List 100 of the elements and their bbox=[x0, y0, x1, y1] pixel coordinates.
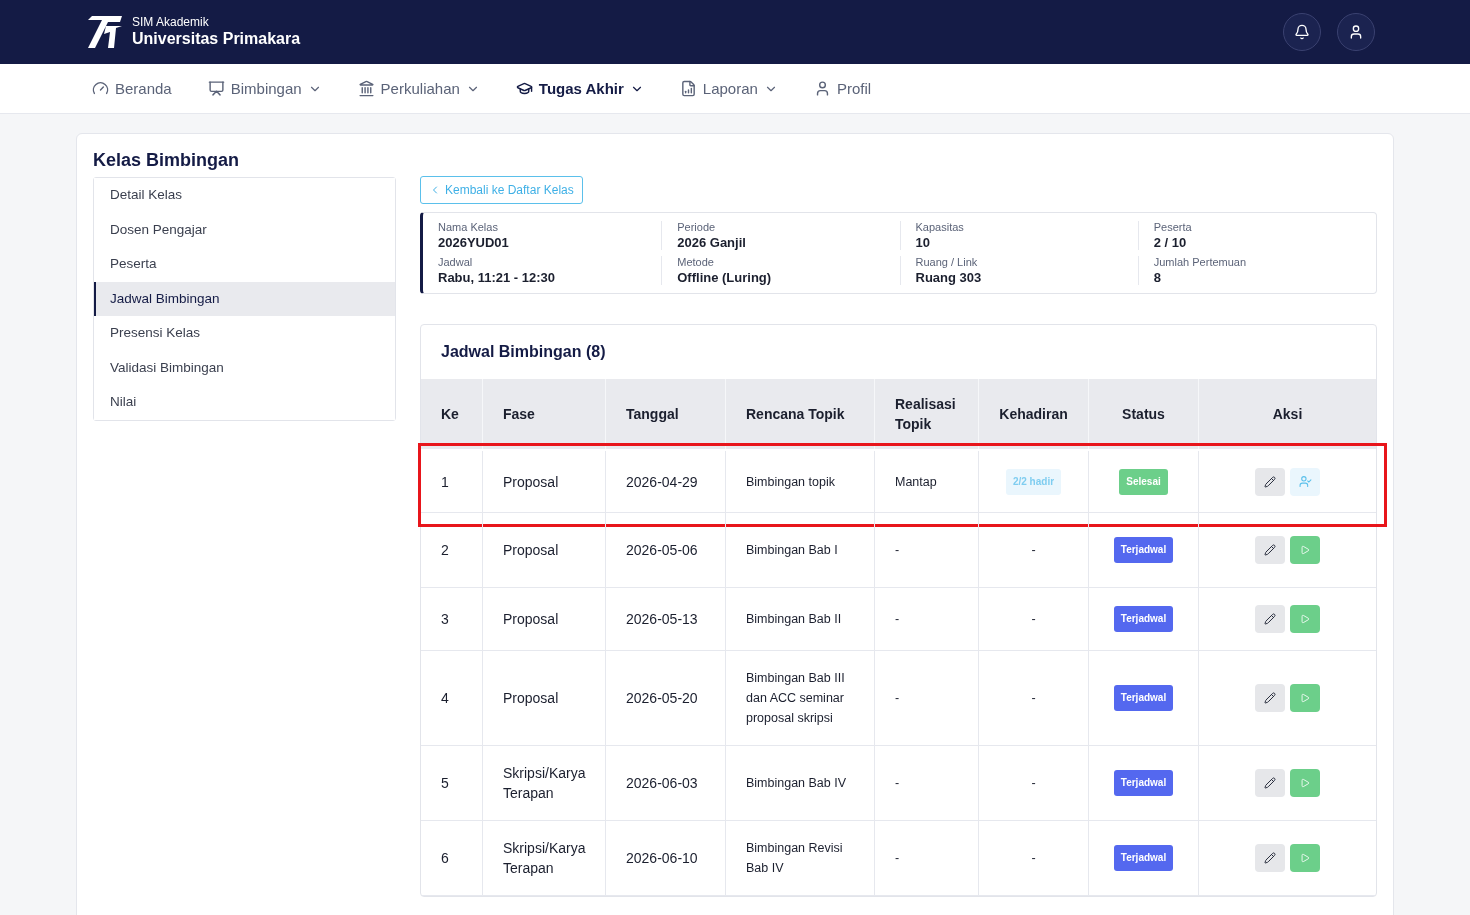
table-cell-text: Bimbingan Bab IV bbox=[746, 775, 847, 792]
pencil-icon bbox=[1264, 692, 1276, 704]
info-label: Nama Kelas bbox=[438, 221, 499, 233]
table-cell-text: - bbox=[895, 775, 900, 792]
table-cell-text: 2026-04-29 bbox=[626, 472, 698, 492]
pencil-icon bbox=[1264, 852, 1276, 864]
status-badge: Selesai bbox=[1119, 468, 1168, 495]
info-label: Kapasitas bbox=[915, 221, 965, 233]
column-header: Status bbox=[1122, 405, 1165, 424]
start-button[interactable] bbox=[1290, 844, 1320, 872]
table-cell-text: 2026-05-20 bbox=[626, 689, 698, 708]
attendance-badge: 2/2 hadir bbox=[1005, 468, 1062, 495]
nav-item[interactable]: Bimbingan bbox=[207, 80, 322, 97]
app-title: Universitas Primakara bbox=[132, 29, 301, 49]
column-header: Ke bbox=[441, 405, 459, 424]
column-header: Fase bbox=[503, 405, 535, 424]
table-cell-text: - bbox=[1031, 611, 1036, 628]
table-cell-text: Skripsi/Karya Terapan bbox=[503, 764, 586, 803]
start-button[interactable] bbox=[1290, 536, 1320, 564]
table-cell-text: 5 bbox=[441, 774, 449, 793]
status-badge: Terjadwal bbox=[1113, 770, 1174, 796]
start-button[interactable] bbox=[1290, 769, 1320, 797]
table-cell-text: 2026-06-03 bbox=[626, 774, 698, 793]
info-label: Periode bbox=[677, 221, 717, 233]
table-cell-text: - bbox=[895, 611, 900, 628]
column-header: Tanggal bbox=[626, 405, 679, 424]
play-icon bbox=[1300, 545, 1310, 555]
table-cell-text: - bbox=[1031, 690, 1036, 707]
start-button[interactable] bbox=[1290, 684, 1320, 712]
info-value: 2 / 10 bbox=[1153, 235, 1188, 250]
table-cell-text: 6 bbox=[441, 849, 449, 868]
sidebar-item[interactable]: Jadwal Bimbingan bbox=[94, 281, 395, 316]
table-cell-text: 2026-06-10 bbox=[626, 849, 698, 868]
start-button[interactable] bbox=[1290, 605, 1320, 633]
table-cell-text: - bbox=[895, 690, 900, 707]
edit-button[interactable] bbox=[1255, 769, 1285, 797]
status-badge: Terjadwal bbox=[1113, 685, 1174, 711]
info-value: Rabu, 11:21 - 12:30 bbox=[438, 270, 557, 285]
table-cell-text: - bbox=[1031, 850, 1036, 867]
status-badge: Terjadwal bbox=[1113, 845, 1174, 871]
table-cell-text: 2 bbox=[441, 541, 449, 560]
nav-item[interactable]: Tugas Akhir bbox=[515, 80, 644, 97]
nav-item[interactable]: Perkuliahan bbox=[357, 80, 480, 97]
column-header: Aksi bbox=[1272, 405, 1303, 424]
page-title: Kelas Bimbingan bbox=[93, 150, 241, 171]
nav-item[interactable]: Laporan bbox=[679, 80, 778, 97]
edit-button[interactable] bbox=[1255, 844, 1285, 872]
play-icon bbox=[1300, 778, 1310, 788]
table-cell-text: - bbox=[895, 850, 900, 867]
info-value: 8 bbox=[1153, 270, 1162, 285]
table-cell-text: Mantap bbox=[895, 473, 937, 491]
gauge-icon bbox=[92, 80, 109, 97]
column-header: Rencana Topik bbox=[746, 405, 845, 424]
info-label: Ruang / Link bbox=[915, 256, 979, 268]
report-icon bbox=[679, 80, 697, 97]
table-cell-text: 4 bbox=[441, 689, 449, 708]
table-cell-text: Proposal bbox=[503, 541, 559, 560]
table-cell-text: Proposal bbox=[503, 689, 559, 708]
edit-button[interactable] bbox=[1255, 605, 1285, 633]
table-cell-text: 2026-05-13 bbox=[626, 610, 698, 629]
table-cell-text: Bimbingan Bab II bbox=[746, 611, 842, 628]
table-cell-text: Bimbingan Revisi Bab IV bbox=[746, 840, 844, 877]
info-label: Jadwal bbox=[438, 256, 474, 268]
edit-button[interactable] bbox=[1255, 467, 1285, 496]
info-value: Ruang 303 bbox=[915, 270, 983, 285]
table-cell-text: 2026-05-06 bbox=[626, 541, 698, 560]
table-cell-text: - bbox=[1031, 775, 1036, 792]
info-label: Metode bbox=[677, 256, 715, 268]
table-cell-text: - bbox=[895, 542, 900, 559]
play-icon bbox=[1300, 693, 1310, 703]
status-badge: Terjadwal bbox=[1113, 606, 1174, 632]
table-cell-text: Proposal bbox=[503, 610, 559, 629]
info-label: Jumlah Pertemuan bbox=[1153, 256, 1248, 268]
pencil-icon bbox=[1264, 475, 1276, 488]
info-value: Offline (Luring) bbox=[677, 270, 773, 285]
nav-item[interactable]: Beranda bbox=[92, 80, 172, 97]
table-cell-text: Skripsi/Karya Terapan bbox=[503, 839, 586, 878]
table-cell-text: Bimbingan topik bbox=[746, 473, 835, 491]
edit-button[interactable] bbox=[1255, 684, 1285, 712]
info-value: 10 bbox=[915, 235, 931, 250]
info-value: 2026YUD01 bbox=[438, 235, 510, 250]
table-cell-text: Proposal bbox=[503, 472, 559, 492]
edit-button[interactable] bbox=[1255, 536, 1285, 564]
pencil-icon bbox=[1264, 544, 1276, 556]
pencil-icon bbox=[1264, 613, 1276, 625]
building-icon bbox=[357, 80, 375, 97]
table-cell-text: Bimbingan Bab I bbox=[746, 542, 838, 559]
play-icon bbox=[1300, 614, 1310, 624]
table-cell-text: - bbox=[1031, 542, 1036, 559]
status-badge: Terjadwal bbox=[1113, 537, 1174, 563]
app-subtitle: SIM Akademik bbox=[132, 15, 210, 29]
column-header: Realisasi Topik bbox=[895, 395, 957, 434]
account-button[interactable] bbox=[1337, 13, 1375, 51]
notification-button[interactable] bbox=[1283, 13, 1321, 51]
table-cell-text: 1 bbox=[441, 472, 449, 492]
info-label: Peserta bbox=[1153, 221, 1193, 233]
info-value: 2026 Ganjil bbox=[677, 235, 747, 250]
table-cell-text: 3 bbox=[441, 610, 449, 629]
user-check-icon bbox=[1298, 475, 1312, 488]
nav-item[interactable]: Profil bbox=[813, 80, 872, 97]
